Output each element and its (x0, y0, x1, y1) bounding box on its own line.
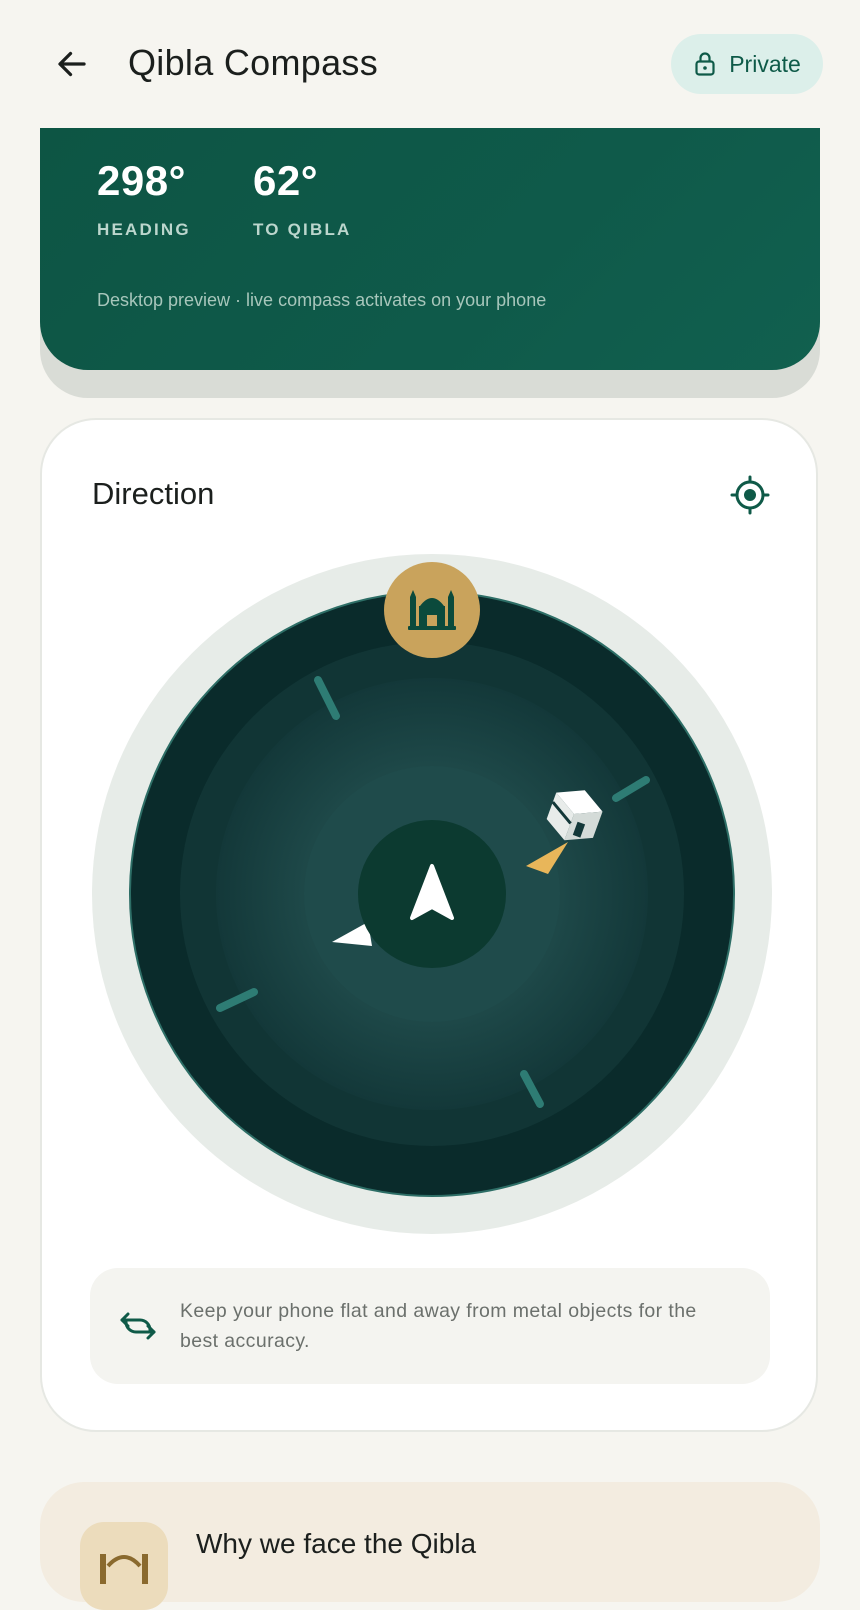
arrow-left-icon (58, 51, 86, 77)
qibla-stat: 62° TO QIBLA (253, 160, 352, 240)
heading-label: HEADING (97, 220, 191, 239)
rotate-arrows-icon (120, 1312, 156, 1340)
locate-button[interactable] (728, 473, 772, 517)
heading-summary-card: 298° HEADING 62° TO QIBLA Desktop previe… (40, 128, 820, 370)
app-header: Qibla Compass Private (0, 0, 860, 128)
page-title: Qibla Compass (128, 42, 378, 83)
lock-icon (695, 52, 715, 76)
heading-stat: 298° HEADING (97, 160, 191, 240)
why-qibla-icon-tile (80, 1522, 168, 1610)
gps-target-icon (730, 475, 770, 515)
heading-value: 298° (97, 157, 186, 204)
tip-text: Keep your phone flat and away from metal… (180, 1300, 697, 1352)
why-qibla-card[interactable]: Why we face the Qibla (40, 1482, 820, 1610)
compass-dial (92, 554, 772, 1234)
direction-title: Direction (92, 476, 215, 511)
private-badge[interactable]: Private (671, 34, 823, 94)
qibla-label: TO QIBLA (253, 220, 352, 239)
preview-note: Desktop preview · live compass activates… (97, 290, 547, 310)
accuracy-tip: Keep your phone flat and away from metal… (90, 1268, 770, 1384)
back-button[interactable] (48, 40, 96, 88)
private-label: Private (729, 50, 801, 77)
why-qibla-title: Why we face the Qibla (196, 1528, 477, 1559)
direction-card: Direction Keep your phone flat and away … (40, 418, 818, 1432)
mosque-outline-icon (100, 1554, 148, 1584)
qibla-value: 62° (253, 157, 319, 204)
